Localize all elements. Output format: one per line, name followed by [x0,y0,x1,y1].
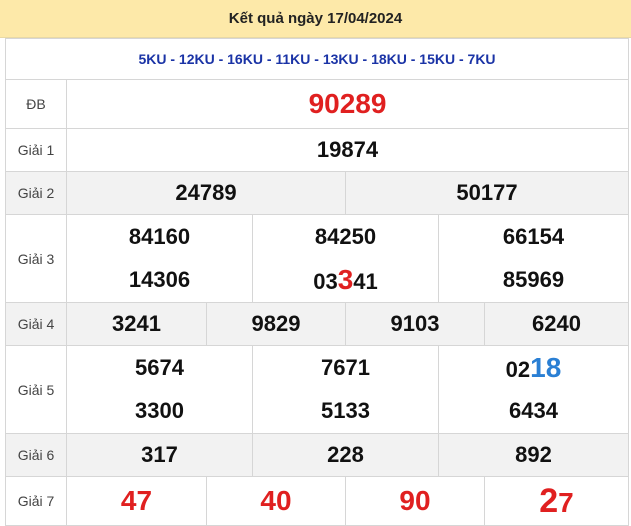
prize-7-value-highlighted: 27 [484,476,629,526]
special-prize-value: 90289 [66,79,629,129]
prize-label-6: Giải 6 [5,433,67,477]
prize-5-value: 5674 [66,345,253,390]
digit-text: 41 [353,269,378,295]
digit-text: 7 [558,486,574,518]
highlighted-digits: 18 [530,351,562,383]
prize-3-value: 14306 [66,258,253,303]
prize-2-value: 24789 [66,171,346,215]
digit-text: 02 [505,356,531,382]
prize-2-value: 50177 [345,171,629,215]
prize-5-value-highlighted: 0218 [438,345,629,390]
prize-7-value: 90 [345,476,485,526]
prize-1-value: 19874 [66,128,629,172]
prize-7-value: 47 [66,476,207,526]
prize-5-value: 6434 [438,389,629,434]
prize-6-value: 892 [438,433,629,477]
prize-4-value: 3241 [66,302,207,346]
prize-5-value: 3300 [66,389,253,434]
results-date-header: Kết quả ngày 17/04/2024 [0,0,631,38]
highlighted-digit: 2 [539,481,559,520]
prize-label-1: Giải 1 [5,128,67,172]
prize-label-4: Giải 4 [5,302,67,346]
prize-3-value: 84160 [66,214,253,259]
prize-5-value: 5133 [252,389,439,434]
digit-text: 03 [313,269,338,295]
prize-3-value: 85969 [438,258,629,303]
prize-6-value: 317 [66,433,253,477]
prize-7-value: 40 [206,476,346,526]
prize-4-value: 6240 [484,302,629,346]
prize-label-db: ĐB [5,79,67,129]
prize-label-5: Giải 5 [5,345,67,434]
prize-3-value-highlighted: 03341 [252,258,439,303]
prize-5-value: 7671 [252,345,439,390]
prize-label-2: Giải 2 [5,171,67,215]
lottery-results-panel: Kết quả ngày 17/04/2024 5KU - 12KU - 16K… [0,0,631,526]
prize-4-value: 9829 [206,302,346,346]
prize-3-value: 66154 [438,214,629,259]
highlighted-digit: 3 [337,264,354,296]
prize-3-value: 84250 [252,214,439,259]
prize-label-3: Giải 3 [5,214,67,303]
results-table: 5KU - 12KU - 16KU - 11KU - 13KU - 18KU -… [5,38,629,526]
prize-label-7: Giải 7 [5,476,67,526]
prize-4-value: 9103 [345,302,485,346]
province-codes: 5KU - 12KU - 16KU - 11KU - 13KU - 18KU -… [5,38,629,80]
prize-6-value: 228 [252,433,439,477]
